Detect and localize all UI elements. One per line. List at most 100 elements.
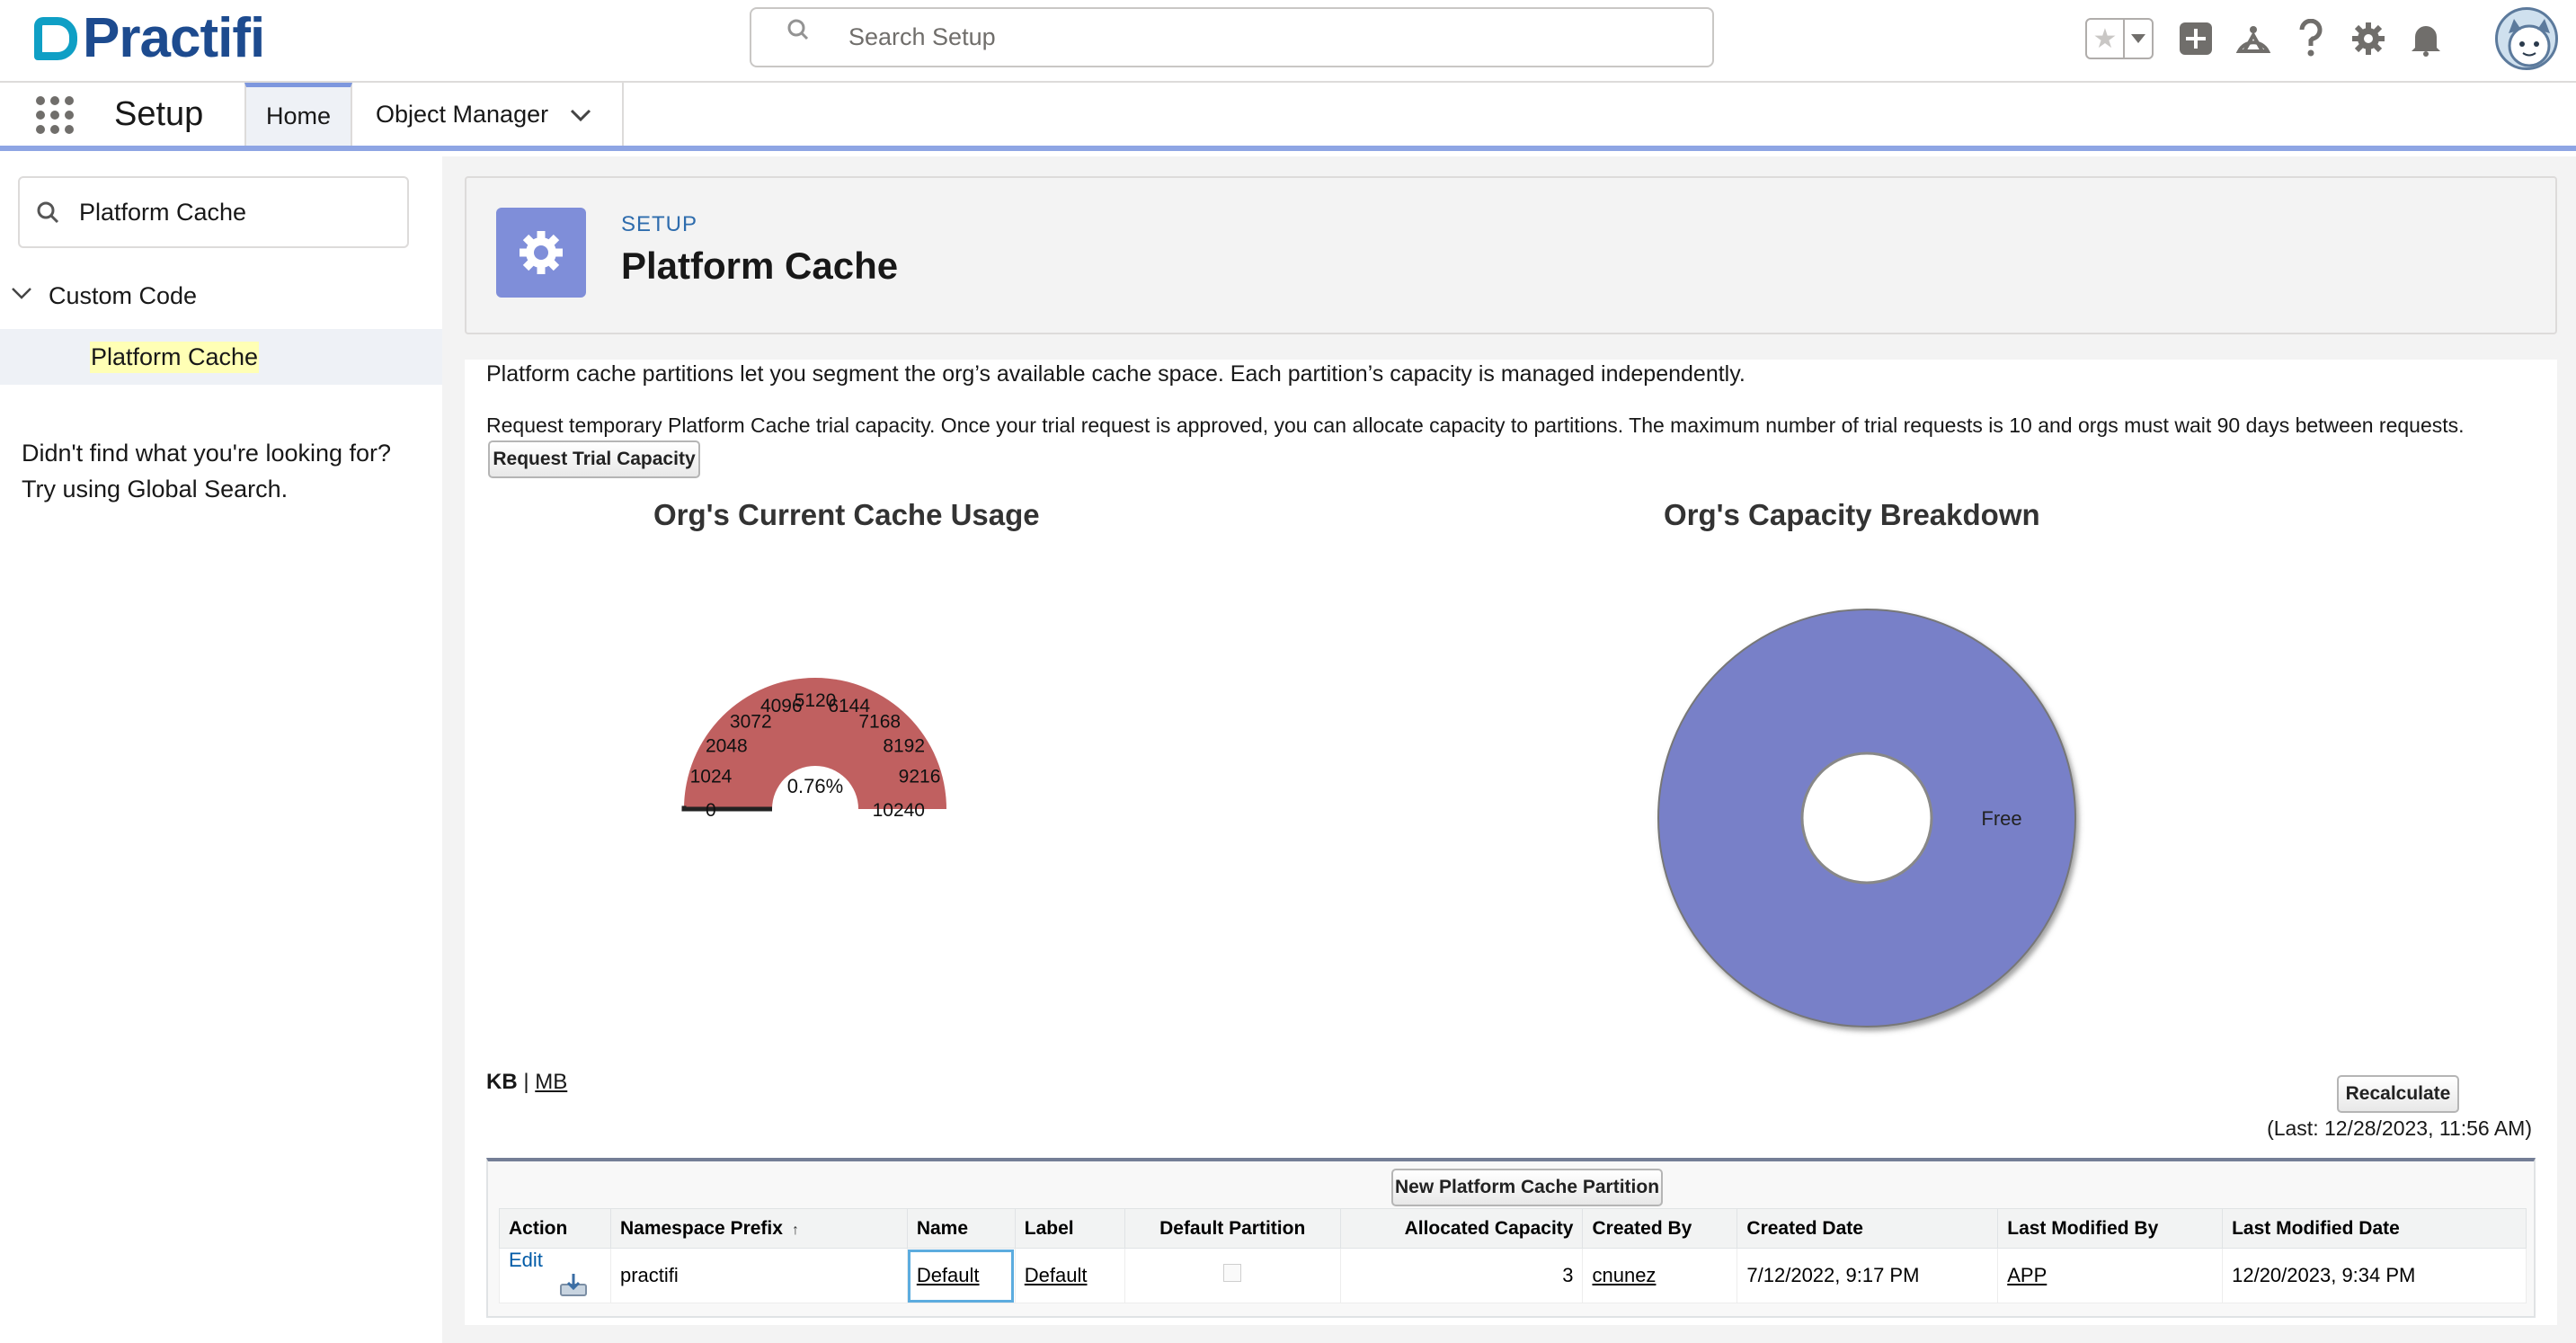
col-last-modified-by[interactable]: Last Modified By xyxy=(1997,1208,2224,1249)
setup-sidebar: Custom Code Platform Cache Didn't find w… xyxy=(0,156,442,1343)
sidebar-item-label: Platform Cache xyxy=(90,341,260,373)
app-navigation-bar: Setup Home Object Manager xyxy=(0,83,2576,151)
col-created-by[interactable]: Created By xyxy=(1582,1208,1738,1249)
partitions-table: Action Namespace Prefix ↑ Name Label Defa… xyxy=(499,1208,2527,1303)
search-input[interactable] xyxy=(848,23,1657,51)
edit-link[interactable]: Edit xyxy=(509,1249,543,1271)
gauge-tick-label: 0 xyxy=(706,800,716,821)
gauge-value-label: 0.76% xyxy=(787,775,843,797)
partitions-related-list: New Platform Cache Partition Action Name… xyxy=(486,1158,2536,1318)
gauge-tick-label: 1024 xyxy=(690,766,733,787)
col-namespace-prefix[interactable]: Namespace Prefix ↑ xyxy=(609,1208,908,1249)
platform-cache-panel: Platform cache partitions let you segmen… xyxy=(465,360,2557,1325)
cell-created-by: cnunez xyxy=(1582,1248,1738,1303)
units-toggle: KB | MB xyxy=(486,1070,567,1095)
cell-last-modified-by: APP xyxy=(1997,1248,2224,1303)
table-row: Edit practifi Default Default 3 cnunez 7… xyxy=(499,1248,2527,1303)
avatar[interactable] xyxy=(2495,7,2558,70)
default-partition-checkbox xyxy=(1223,1264,1242,1282)
last-calculated-text: (Last: 12/28/2023, 11:56 AM) xyxy=(2267,1116,2532,1140)
sort-ascending-icon: ↑ xyxy=(791,1222,799,1238)
col-name[interactable]: Name xyxy=(906,1208,1016,1249)
nav-group-label: Custom Code xyxy=(49,282,198,309)
col-action: Action xyxy=(499,1208,611,1249)
brand-logo[interactable]: Practifi xyxy=(34,7,265,69)
chevron-down-icon[interactable] xyxy=(568,102,593,134)
cell-name: Default xyxy=(906,1248,1016,1303)
page-header: SETUP Platform Cache xyxy=(465,176,2557,334)
cell-namespace: practifi xyxy=(609,1248,908,1303)
global-header: Practifi ★ xyxy=(0,0,2576,83)
gauge-tick-label: 10240 xyxy=(873,800,925,821)
cell-last-modified-date: 12/20/2023, 9:34 PM xyxy=(2222,1248,2527,1303)
sidebar-item-platform-cache[interactable]: Platform Cache xyxy=(0,329,442,385)
trial-description: Request temporary Platform Cache trial c… xyxy=(486,414,2465,437)
brand-logo-mark xyxy=(34,17,77,60)
partition-name-link[interactable]: Default xyxy=(917,1264,980,1286)
search-icon xyxy=(787,11,841,65)
setup-gear-icon xyxy=(496,208,586,298)
app-name: Setup xyxy=(114,95,204,133)
bell-icon[interactable] xyxy=(2405,18,2447,59)
global-search[interactable] xyxy=(750,7,1714,67)
modified-by-link[interactable]: APP xyxy=(2007,1264,2047,1286)
chevron-down-icon[interactable] xyxy=(2125,20,2152,58)
pie-slice-label: Free xyxy=(1981,807,2021,830)
col-last-modified-date[interactable]: Last Modified Date xyxy=(2222,1208,2527,1249)
gear-icon[interactable] xyxy=(2348,18,2389,59)
search-icon xyxy=(31,192,70,232)
units-separator: | xyxy=(523,1070,529,1094)
nav-help-line1: Didn't find what you're looking for? xyxy=(22,440,392,467)
recalculate-button[interactable]: Recalculate xyxy=(2337,1075,2459,1113)
nav-help-line2: Try using Global Search. xyxy=(22,476,289,503)
app-launcher-icon[interactable] xyxy=(36,96,74,134)
trailhead-icon[interactable] xyxy=(2233,18,2274,59)
tab-home-label: Home xyxy=(265,102,332,129)
capacity-breakdown-pie: Free xyxy=(1657,609,2076,1027)
request-trial-capacity-button[interactable]: Request Trial Capacity xyxy=(488,440,700,478)
pie-chart-title: Org's Capacity Breakdown xyxy=(1664,498,2040,531)
intro-text: Platform cache partitions let you segmen… xyxy=(486,361,1745,387)
gauge-chart-title: Org's Current Cache Usage xyxy=(653,498,1040,531)
star-icon[interactable]: ★ xyxy=(2087,20,2125,58)
page-title: Platform Cache xyxy=(621,245,899,287)
units-mb-link[interactable]: MB xyxy=(535,1070,567,1094)
cell-label: Default xyxy=(1014,1248,1125,1303)
pie-donut-hole xyxy=(1800,752,1933,885)
chevron-down-icon[interactable] xyxy=(11,282,32,310)
gauge-tick-label: 9216 xyxy=(899,766,941,787)
gauge-tick-label: 2048 xyxy=(706,735,748,756)
download-icon[interactable] xyxy=(559,1272,588,1303)
cell-action: Edit xyxy=(499,1248,611,1303)
header-utility-icons: ★ xyxy=(2085,7,2558,70)
col-label[interactable]: Label xyxy=(1014,1208,1125,1249)
col-allocated-capacity[interactable]: Allocated Capacity xyxy=(1339,1208,1584,1249)
col-namespace-prefix-label: Namespace Prefix xyxy=(619,1217,783,1239)
gauge-tick-label: 7168 xyxy=(858,711,901,732)
brand-name: Practifi xyxy=(83,7,265,69)
partition-label-link[interactable]: Default xyxy=(1025,1264,1088,1286)
breadcrumb: SETUP xyxy=(621,212,698,236)
new-partition-button[interactable]: New Platform Cache Partition xyxy=(1391,1169,1663,1206)
gauge-tick-label: 8192 xyxy=(883,735,925,756)
cache-usage-gauge: 0102420483072409651206144716881929216102… xyxy=(681,678,946,821)
units-kb: KB xyxy=(486,1070,518,1094)
table-header-row: Action Namespace Prefix ↑ Name Label Defa… xyxy=(499,1208,2527,1249)
col-created-date[interactable]: Created Date xyxy=(1737,1208,1999,1249)
col-default-partition[interactable]: Default Partition xyxy=(1124,1208,1341,1249)
tab-home[interactable]: Home xyxy=(244,83,352,146)
tab-object-manager-label: Object Manager xyxy=(376,100,549,128)
quick-find[interactable] xyxy=(18,176,409,248)
nav-help-text: Didn't find what you're looking for? Try… xyxy=(22,435,391,507)
cell-created-date: 7/12/2022, 9:17 PM xyxy=(1737,1248,1999,1303)
created-by-link[interactable]: cnunez xyxy=(1592,1264,1656,1286)
favorites-group: ★ xyxy=(2085,18,2154,59)
plus-icon[interactable] xyxy=(2175,18,2216,59)
nav-group-custom-code[interactable]: Custom Code xyxy=(11,282,197,310)
cell-default-partition xyxy=(1124,1248,1341,1303)
help-icon[interactable] xyxy=(2290,18,2332,59)
cell-allocated-capacity: 3 xyxy=(1339,1248,1584,1303)
tab-object-manager[interactable]: Object Manager xyxy=(354,83,624,146)
main-content: SETUP Platform Cache Platform cache part… xyxy=(442,156,2576,1343)
quick-find-input[interactable] xyxy=(79,198,403,227)
